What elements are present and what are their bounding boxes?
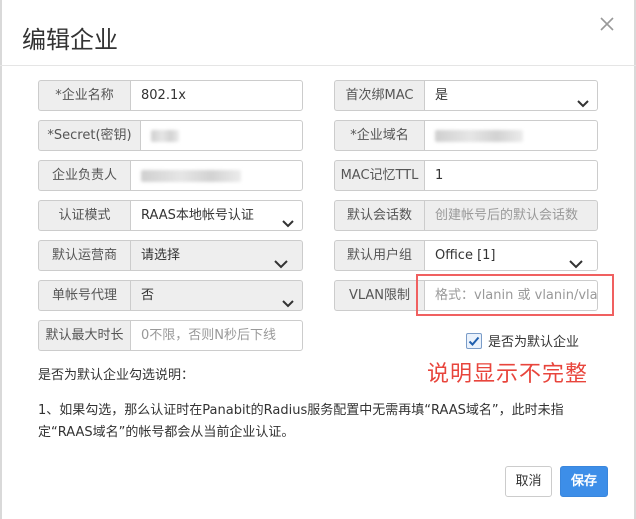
- default-user-group-select[interactable]: Office [1]: [424, 240, 598, 271]
- enterprise-domain-input[interactable]: [424, 120, 598, 151]
- default-sessions-label: 默认会话数: [334, 200, 424, 231]
- enterprise-domain-label: *企业域名: [334, 120, 424, 151]
- dialog-title: 编辑企业: [22, 26, 118, 54]
- default-operator-value: 请选择: [141, 248, 181, 263]
- secret-label: *Secret(密钥): [38, 120, 140, 151]
- default-sessions-field: 默认会话数 创建帐号后的默认会话数: [334, 200, 598, 231]
- mac-ttl-input[interactable]: 1: [424, 160, 598, 191]
- secret-input[interactable]: [140, 120, 303, 151]
- checkmark-icon: [468, 336, 480, 346]
- enterprise-name-value: 802.1x: [141, 88, 186, 103]
- max-duration-label: 默认最大时长: [38, 320, 130, 351]
- auth-mode-select[interactable]: RAAS本地帐号认证: [130, 200, 303, 231]
- chevron-down-icon: [282, 211, 294, 230]
- owner-input[interactable]: [130, 160, 303, 191]
- default-user-group-value: Office [1]: [435, 248, 496, 263]
- first-bind-mac-value: 是: [435, 88, 449, 103]
- single-account-proxy-select[interactable]: 否: [130, 280, 303, 311]
- default-operator-field: 默认运营商 请选择: [38, 240, 303, 271]
- annotation-highlight-box: [416, 274, 614, 316]
- redacted-owner: [141, 169, 241, 182]
- max-duration-input[interactable]: 0不限，否则N秒后下线: [130, 320, 303, 351]
- enterprise-name-input[interactable]: 802.1x: [130, 80, 303, 111]
- first-bind-mac-label: 首次绑MAC: [334, 80, 424, 111]
- header-divider: [0, 65, 636, 66]
- owner-label: 企业负责人: [38, 160, 130, 191]
- single-account-proxy-value: 否: [141, 288, 155, 303]
- redacted-secret: [151, 129, 179, 142]
- chevron-down-icon: [569, 251, 583, 270]
- single-account-proxy-field: 单帐号代理 否: [38, 280, 303, 311]
- enterprise-name-label: *企业名称: [38, 80, 130, 111]
- auth-mode-label: 认证模式: [38, 200, 130, 231]
- chevron-down-icon: [577, 91, 589, 110]
- mac-ttl-value: 1: [435, 168, 444, 183]
- default-enterprise-label: 是否为默认企业: [488, 335, 580, 350]
- default-operator-select[interactable]: 请选择: [130, 240, 303, 271]
- default-enterprise-checkbox-row[interactable]: 是否为默认企业: [466, 331, 579, 350]
- mac-ttl-field: MAC记忆TTL 1: [334, 160, 598, 191]
- auth-mode-value: RAAS本地帐号认证: [141, 208, 254, 223]
- default-sessions-input[interactable]: 创建帐号后的默认会话数: [424, 200, 598, 231]
- edit-enterprise-dialog: 编辑企业 *企业名称 802.1x 首次绑MAC 是 *Secret(密钥) *…: [0, 0, 636, 519]
- chevron-down-icon: [274, 251, 288, 270]
- mac-ttl-label: MAC记忆TTL: [334, 160, 424, 191]
- chevron-down-icon: [282, 291, 294, 310]
- note-title: 是否为默认企业勾选说明：: [38, 368, 195, 383]
- dialog-left-edge: [0, 0, 2, 519]
- close-icon[interactable]: [597, 14, 617, 34]
- single-account-proxy-label: 单帐号代理: [38, 280, 130, 311]
- auth-mode-field: 认证模式 RAAS本地帐号认证: [38, 200, 303, 231]
- cancel-button[interactable]: 取消: [505, 466, 552, 497]
- vlan-limit-label: VLAN限制: [334, 280, 424, 311]
- annotation-text: 说明显示不完整: [427, 362, 589, 387]
- first-bind-mac-select[interactable]: 是: [424, 80, 598, 111]
- max-duration-field: 默认最大时长 0不限，否则N秒后下线: [38, 320, 303, 351]
- default-user-group-label: 默认用户组: [334, 240, 424, 271]
- default-enterprise-checkbox[interactable]: [466, 332, 482, 349]
- note-body: 1、如果勾选，那么认证时在Panabit的Radius服务配置中无需再填“RAA…: [38, 403, 564, 440]
- default-operator-label: 默认运营商: [38, 240, 130, 271]
- redacted-domain: [435, 129, 523, 142]
- owner-field: 企业负责人: [38, 160, 303, 191]
- default-user-group-field: 默认用户组 Office [1]: [334, 240, 598, 271]
- first-bind-mac-field: 首次绑MAC 是: [334, 80, 598, 111]
- default-sessions-placeholder: 创建帐号后的默认会话数: [435, 208, 579, 223]
- enterprise-domain-field: *企业域名: [334, 120, 598, 151]
- enterprise-name-field: *企业名称 802.1x: [38, 80, 303, 111]
- secret-field: *Secret(密钥): [38, 120, 303, 151]
- save-button[interactable]: 保存: [560, 466, 608, 497]
- max-duration-placeholder: 0不限，否则N秒后下线: [141, 328, 276, 343]
